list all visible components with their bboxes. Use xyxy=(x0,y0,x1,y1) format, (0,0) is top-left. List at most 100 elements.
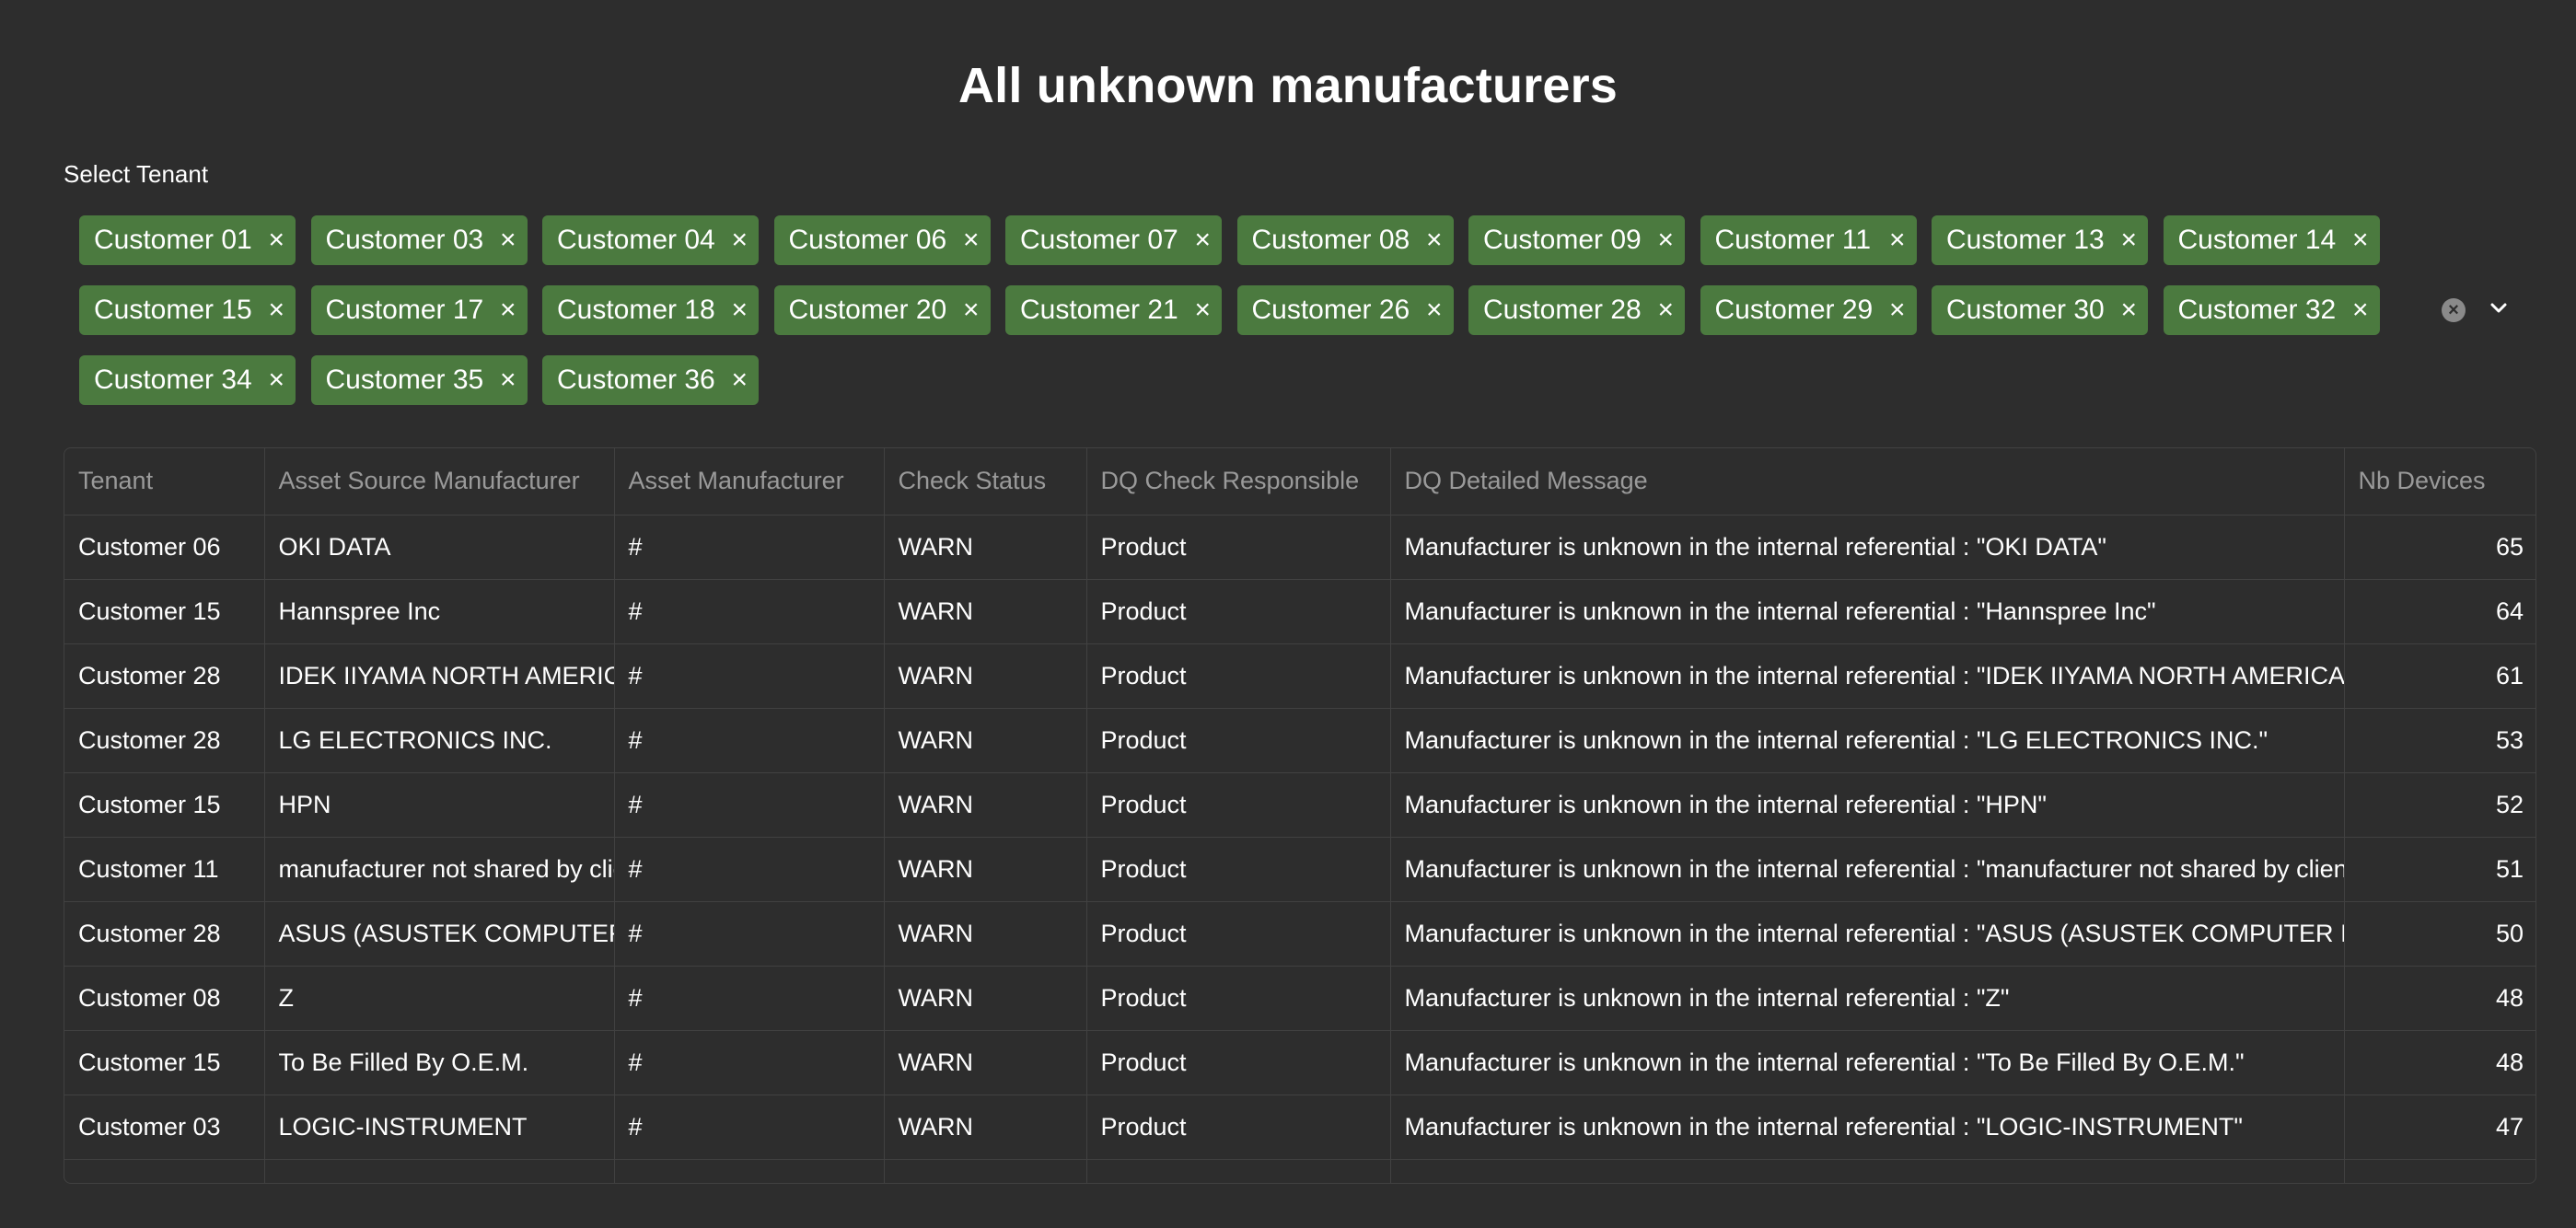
close-icon[interactable]: × xyxy=(1889,285,1906,335)
cell-tenant[interactable]: Customer 06 xyxy=(64,515,265,580)
cell-dq-check-responsible[interactable]: Product xyxy=(1086,901,1391,967)
cell-asset-source-manufacturer[interactable] xyxy=(264,1159,615,1183)
cell-dq-check-responsible[interactable] xyxy=(1086,1159,1391,1183)
cell-tenant[interactable]: Customer 28 xyxy=(64,708,265,773)
close-icon[interactable]: × xyxy=(500,285,516,335)
close-icon[interactable]: × xyxy=(268,215,284,265)
close-icon[interactable]: × xyxy=(2352,285,2369,335)
cell-nb-devices[interactable]: 48 xyxy=(2344,966,2535,1031)
column-header-asset-manufacturer[interactable]: Asset Manufacturer xyxy=(614,448,885,516)
cell-asset-manufacturer[interactable]: # xyxy=(614,837,885,902)
cell-dq-check-responsible[interactable]: Product xyxy=(1086,1095,1391,1160)
table-row[interactable]: Customer 15 To Be Filled By O.E.M. # WARN Pr… xyxy=(64,1030,2535,1095)
cell-dq-detailed-message[interactable]: Manufacturer is unknown in the internal … xyxy=(1390,837,2345,902)
tenant-multiselect[interactable]: Customer 01 × Customer 03 × Customer 04 × Cust… xyxy=(64,204,2536,411)
cell-asset-source-manufacturer[interactable]: LG ELECTRONICS INC. xyxy=(264,708,615,773)
cell-asset-source-manufacturer[interactable]: Z xyxy=(264,966,615,1031)
cell-tenant[interactable]: Customer 15 xyxy=(64,1030,265,1095)
column-header-tenant[interactable]: Tenant xyxy=(64,448,265,516)
table-row[interactable] xyxy=(64,1159,2535,1183)
cell-check-status[interactable]: WARN xyxy=(884,901,1087,967)
cell-nb-devices[interactable]: 48 xyxy=(2344,1030,2535,1095)
cell-asset-manufacturer[interactable] xyxy=(614,1159,885,1183)
cell-nb-devices[interactable]: 52 xyxy=(2344,772,2535,838)
cell-check-status[interactable]: WARN xyxy=(884,837,1087,902)
close-icon[interactable]: × xyxy=(1889,215,1906,265)
cell-tenant[interactable]: Customer 28 xyxy=(64,901,265,967)
cell-dq-detailed-message[interactable]: Manufacturer is unknown in the internal … xyxy=(1390,1030,2345,1095)
table-row[interactable]: Customer 28 IDEK IIYAMA NORTH AMERICA # WAR… xyxy=(64,643,2535,709)
cell-asset-manufacturer[interactable]: # xyxy=(614,901,885,967)
cell-dq-check-responsible[interactable]: Product xyxy=(1086,708,1391,773)
column-header-nb-devices[interactable]: Nb Devices xyxy=(2344,448,2535,516)
cell-nb-devices[interactable]: 61 xyxy=(2344,643,2535,709)
cell-tenant[interactable]: Customer 08 xyxy=(64,966,265,1031)
cell-check-status[interactable] xyxy=(884,1159,1087,1183)
close-icon[interactable]: × xyxy=(2120,285,2137,335)
cell-asset-source-manufacturer[interactable]: ASUS (ASUSTEK COMPUTER INC.) xyxy=(264,901,615,967)
close-icon[interactable]: × xyxy=(731,285,748,335)
cell-asset-source-manufacturer[interactable]: LOGIC-INSTRUMENT xyxy=(264,1095,615,1160)
cell-dq-detailed-message[interactable]: Manufacturer is unknown in the internal … xyxy=(1390,708,2345,773)
cell-tenant[interactable]: Customer 28 xyxy=(64,643,265,709)
cell-check-status[interactable]: WARN xyxy=(884,1095,1087,1160)
cell-check-status[interactable]: WARN xyxy=(884,515,1087,580)
close-icon[interactable]: × xyxy=(963,285,980,335)
cell-dq-detailed-message[interactable]: Manufacturer is unknown in the internal … xyxy=(1390,966,2345,1031)
clear-all-icon[interactable]: × xyxy=(2442,298,2466,322)
cell-check-status[interactable]: WARN xyxy=(884,772,1087,838)
cell-asset-manufacturer[interactable]: # xyxy=(614,515,885,580)
cell-asset-manufacturer[interactable]: # xyxy=(614,708,885,773)
cell-dq-detailed-message[interactable]: Manufacturer is unknown in the internal … xyxy=(1390,579,2345,644)
cell-check-status[interactable]: WARN xyxy=(884,643,1087,709)
cell-dq-detailed-message[interactable]: Manufacturer is unknown in the internal … xyxy=(1390,643,2345,709)
cell-dq-detailed-message[interactable]: Manufacturer is unknown in the internal … xyxy=(1390,1095,2345,1160)
table-row[interactable]: Customer 28 LG ELECTRONICS INC. # WARN Produ… xyxy=(64,708,2535,773)
close-icon[interactable]: × xyxy=(1194,215,1211,265)
cell-dq-check-responsible[interactable]: Product xyxy=(1086,643,1391,709)
chevron-down-icon[interactable] xyxy=(2485,295,2512,322)
table-row[interactable]: Customer 11 manufacturer not shared by cl… xyxy=(64,837,2535,902)
cell-nb-devices[interactable]: 51 xyxy=(2344,837,2535,902)
table-row[interactable]: Customer 28ASUS (ASUSTEK COMPUTER INC.)#… xyxy=(64,901,2535,967)
cell-nb-devices[interactable]: 64 xyxy=(2344,579,2535,644)
close-icon[interactable]: × xyxy=(731,355,748,405)
cell-nb-devices[interactable] xyxy=(2344,1159,2535,1183)
cell-dq-check-responsible[interactable]: Product xyxy=(1086,837,1391,902)
cell-dq-detailed-message[interactable]: Manufacturer is unknown in the internal … xyxy=(1390,901,2345,967)
cell-asset-source-manufacturer[interactable]: IDEK IIYAMA NORTH AMERICA xyxy=(264,643,615,709)
cell-tenant[interactable]: Customer 15 xyxy=(64,579,265,644)
cell-check-status[interactable]: WARN xyxy=(884,1030,1087,1095)
close-icon[interactable]: × xyxy=(268,285,284,335)
close-icon[interactable]: × xyxy=(1657,215,1674,265)
cell-check-status[interactable]: WARN xyxy=(884,966,1087,1031)
close-icon[interactable]: × xyxy=(2352,215,2369,265)
close-icon[interactable]: × xyxy=(2120,215,2137,265)
cell-asset-manufacturer[interactable]: # xyxy=(614,772,885,838)
table-row[interactable]: Customer 15 HPN # WARN Product Manufacturer i… xyxy=(64,772,2535,838)
close-icon[interactable]: × xyxy=(1194,285,1211,335)
close-icon[interactable]: × xyxy=(731,215,748,265)
cell-asset-source-manufacturer[interactable]: HPN xyxy=(264,772,615,838)
close-icon[interactable]: × xyxy=(1657,285,1674,335)
cell-asset-source-manufacturer[interactable]: OKI DATA xyxy=(264,515,615,580)
cell-tenant[interactable]: Customer 11 xyxy=(64,837,265,902)
cell-asset-manufacturer[interactable]: # xyxy=(614,1030,885,1095)
table-row[interactable]: Customer 08 Z # WARN Product Manufacturer is … xyxy=(64,966,2535,1031)
cell-tenant[interactable] xyxy=(64,1159,265,1183)
close-icon[interactable]: × xyxy=(500,355,516,405)
column-header-dq-check-responsible[interactable]: DQ Check Responsible xyxy=(1086,448,1391,516)
column-header-dq-detailed-message[interactable]: DQ Detailed Message xyxy=(1390,448,2345,516)
cell-asset-source-manufacturer[interactable]: To Be Filled By O.E.M. xyxy=(264,1030,615,1095)
cell-tenant[interactable]: Customer 15 xyxy=(64,772,265,838)
close-icon[interactable]: × xyxy=(268,355,284,405)
cell-dq-check-responsible[interactable]: Product xyxy=(1086,579,1391,644)
cell-nb-devices[interactable]: 65 xyxy=(2344,515,2535,580)
table-row[interactable]: Customer 03 LOGIC-INSTRUMENT # WARN Product M… xyxy=(64,1095,2535,1160)
close-icon[interactable]: × xyxy=(1426,215,1443,265)
cell-tenant[interactable]: Customer 03 xyxy=(64,1095,265,1160)
column-header-check-status[interactable]: Check Status xyxy=(884,448,1087,516)
cell-dq-check-responsible[interactable]: Product xyxy=(1086,1030,1391,1095)
cell-dq-detailed-message[interactable]: Manufacturer is unknown in the internal … xyxy=(1390,515,2345,580)
close-icon[interactable]: × xyxy=(1426,285,1443,335)
